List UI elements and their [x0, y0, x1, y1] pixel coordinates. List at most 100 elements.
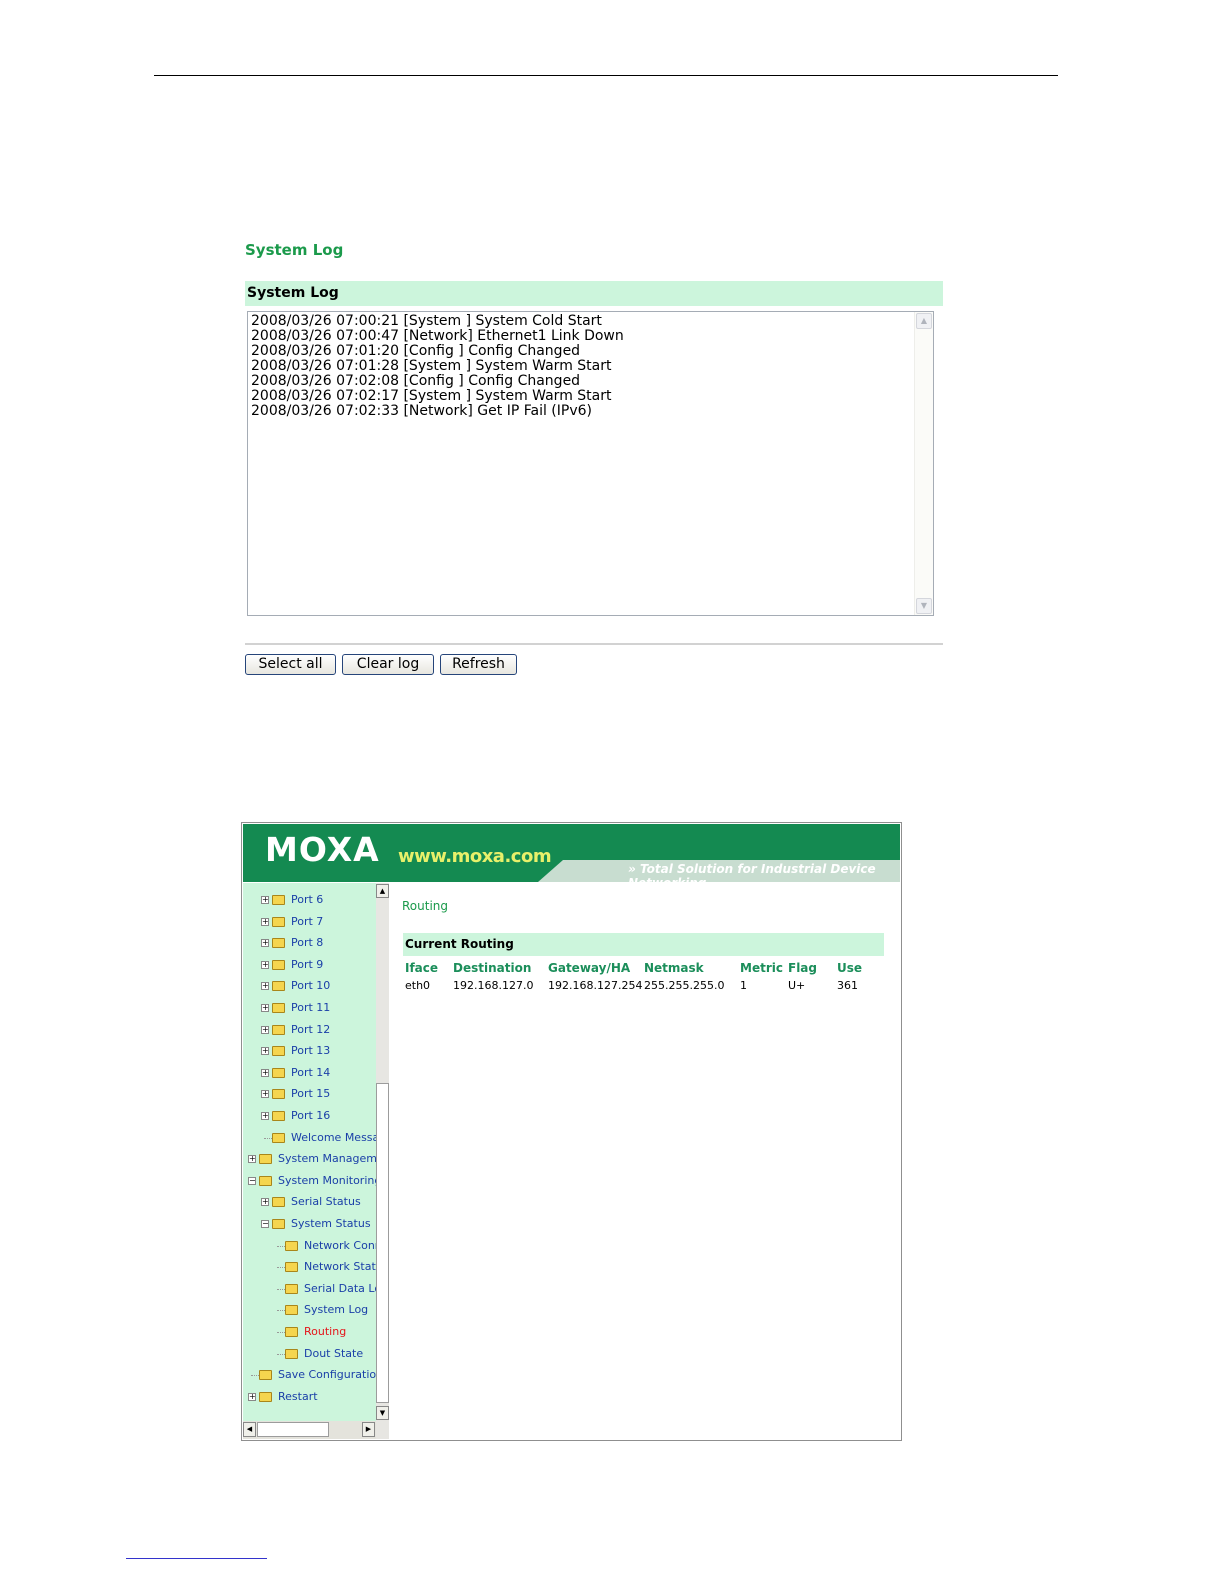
- expand-icon[interactable]: +: [261, 896, 269, 904]
- sidebar-item-network-statis[interactable]: Network Statis: [243, 1258, 376, 1276]
- sidebar-item-port-14[interactable]: + Port 14: [243, 1064, 376, 1082]
- expand-icon[interactable]: +: [261, 1112, 269, 1120]
- routing-page-title: Routing: [402, 899, 449, 913]
- select-all-button[interactable]: Select all: [245, 654, 336, 675]
- tree-connector: [277, 1332, 285, 1333]
- sidebar-item-dout-state[interactable]: Dout State: [243, 1345, 376, 1363]
- page-top-rule: [154, 75, 1058, 76]
- expand-icon[interactable]: +: [261, 939, 269, 948]
- moxa-logo: MOXA: [265, 830, 380, 869]
- sidebar-item-label: Port 11: [291, 1001, 331, 1014]
- expand-icon[interactable]: +: [261, 982, 269, 991]
- expand-icon[interactable]: +: [261, 1047, 269, 1056]
- sidebar-item-routing[interactable]: Routing: [243, 1323, 376, 1341]
- folder-icon: [285, 1283, 298, 1294]
- sidebar-item-system-log[interactable]: System Log: [243, 1301, 376, 1319]
- folder-icon: [272, 1111, 285, 1121]
- sidebar-item-network-conne[interactable]: Network Conne: [243, 1237, 376, 1255]
- sidebar-item-system-monitoring[interactable]: − System Monitoring: [243, 1172, 376, 1190]
- sidebar-item-system-status[interactable]: − System Status: [243, 1215, 376, 1233]
- log-entry: 2008/03/26 07:01:20 [Config ] Config Cha…: [251, 343, 581, 359]
- sidebar-item-label: Port 8: [291, 936, 324, 950]
- scroll-right-icon[interactable]: ▶: [362, 1422, 375, 1437]
- sidebar-item-port-16[interactable]: + Port 16: [243, 1107, 376, 1125]
- sidebar-item-label: Port 13: [291, 1044, 331, 1058]
- scroll-down-icon[interactable]: ▼: [376, 1406, 389, 1420]
- sidebar-vertical-scrollbar[interactable]: ▲ ▼: [376, 883, 389, 1439]
- log-entry: 2008/03/26 07:02:17 [System ] System War…: [251, 388, 612, 404]
- folder-icon: [272, 981, 285, 992]
- cell-gateway: 192.168.127.254: [548, 979, 643, 992]
- folder-icon: [259, 1370, 272, 1381]
- sidebar-item-port-7[interactable]: + Port 7: [243, 913, 376, 931]
- footer-link-underline: [126, 1558, 267, 1559]
- expand-icon[interactable]: +: [261, 1090, 269, 1099]
- tree-connector: [277, 1310, 285, 1312]
- collapse-icon[interactable]: −: [248, 1176, 256, 1185]
- sidebar-item-label: System Status: [291, 1217, 371, 1230]
- sidebar-item-label: Port 10: [291, 979, 331, 993]
- sidebar-item-label: Port 15: [291, 1087, 331, 1101]
- sidebar-item-port-13[interactable]: + Port 13: [243, 1042, 376, 1060]
- col-iface: Iface: [405, 961, 439, 975]
- expand-icon[interactable]: +: [248, 1392, 256, 1401]
- cell-destination: 192.168.127.0: [453, 979, 534, 992]
- collapse-icon[interactable]: −: [261, 1220, 269, 1228]
- expand-icon[interactable]: +: [261, 1198, 269, 1207]
- double-chevron-icon: »: [628, 862, 636, 876]
- sidebar-item-label: Serial Data Log: [304, 1281, 376, 1295]
- scroll-down-icon[interactable]: ▼: [916, 598, 932, 614]
- moxa-web-console: MOXA www.moxa.com » Total Solution for I…: [241, 822, 902, 1441]
- moxa-url: www.moxa.com: [398, 846, 552, 867]
- log-entry: 2008/03/26 07:01:28 [System ] System War…: [251, 358, 612, 374]
- scroll-thumb[interactable]: [376, 1083, 389, 1403]
- expand-icon[interactable]: +: [261, 1068, 269, 1077]
- sidebar-item-port-6[interactable]: + Port 6: [243, 891, 376, 909]
- sidebar-item-label: Restart: [278, 1389, 318, 1403]
- tree-connector: [264, 1137, 272, 1139]
- sidebar-item-port-9[interactable]: + Port 9: [243, 956, 376, 974]
- scroll-up-icon[interactable]: ▲: [376, 884, 389, 898]
- expand-icon[interactable]: +: [248, 1155, 256, 1164]
- cell-metric: 1: [740, 979, 747, 992]
- sidebar-item-restart[interactable]: + Restart: [243, 1388, 376, 1406]
- system-log-textarea[interactable]: 2008/03/26 07:00:21 [System ] System Col…: [247, 311, 934, 616]
- sidebar-item-system-managemer[interactable]: + System Managemer: [243, 1150, 376, 1168]
- cell-netmask: 255.255.255.0: [644, 979, 725, 992]
- folder-icon: [272, 895, 285, 905]
- clear-log-button[interactable]: Clear log: [342, 654, 434, 675]
- cell-iface: eth0: [405, 979, 431, 992]
- sidebar-item-port-15[interactable]: + Port 15: [243, 1085, 376, 1103]
- scroll-left-icon[interactable]: ◀: [243, 1422, 256, 1437]
- sidebar-item-save-configuration[interactable]: Save Configuration: [243, 1366, 376, 1384]
- sidebar-item-port-8[interactable]: + Port 8: [243, 934, 376, 952]
- scroll-thumb[interactable]: [257, 1422, 329, 1437]
- log-scrollbar[interactable]: ▲ ▼: [914, 312, 933, 615]
- sidebar-horizontal-scrollbar[interactable]: ◀ ▶: [243, 1421, 376, 1439]
- folder-icon: [259, 1154, 272, 1165]
- folder-icon: [259, 1391, 272, 1402]
- col-netmask: Netmask: [644, 961, 704, 975]
- log-entries: 2008/03/26 07:00:21 [System ] System Col…: [251, 314, 911, 419]
- sidebar-item-label: Port 16: [291, 1109, 331, 1122]
- system-log-page-title: System Log: [245, 241, 344, 259]
- col-flag: Flag: [788, 961, 817, 975]
- sidebar-item-welcome-messag[interactable]: Welcome Messag: [243, 1129, 376, 1147]
- sidebar-item-label: Port 12: [291, 1022, 331, 1036]
- sidebar-item-port-10[interactable]: + Port 10: [243, 977, 376, 995]
- refresh-button[interactable]: Refresh: [440, 654, 517, 675]
- sidebar-item-port-12[interactable]: + Port 12: [243, 1021, 376, 1039]
- expand-icon[interactable]: +: [261, 1004, 269, 1012]
- folder-icon: [285, 1327, 298, 1337]
- scroll-up-icon[interactable]: ▲: [916, 313, 932, 329]
- col-use: Use: [837, 961, 863, 975]
- expand-icon[interactable]: +: [261, 1025, 269, 1034]
- sidebar-item-serial-data-log[interactable]: Serial Data Log: [243, 1280, 376, 1298]
- sidebar-item-serial-status[interactable]: + Serial Status: [243, 1193, 376, 1211]
- expand-icon[interactable]: +: [261, 960, 269, 969]
- folder-icon: [272, 1219, 285, 1229]
- folder-icon: [272, 1132, 285, 1143]
- expand-icon[interactable]: +: [261, 917, 269, 926]
- sidebar-item-port-11[interactable]: + Port 11: [243, 999, 376, 1017]
- folder-icon: [272, 916, 285, 927]
